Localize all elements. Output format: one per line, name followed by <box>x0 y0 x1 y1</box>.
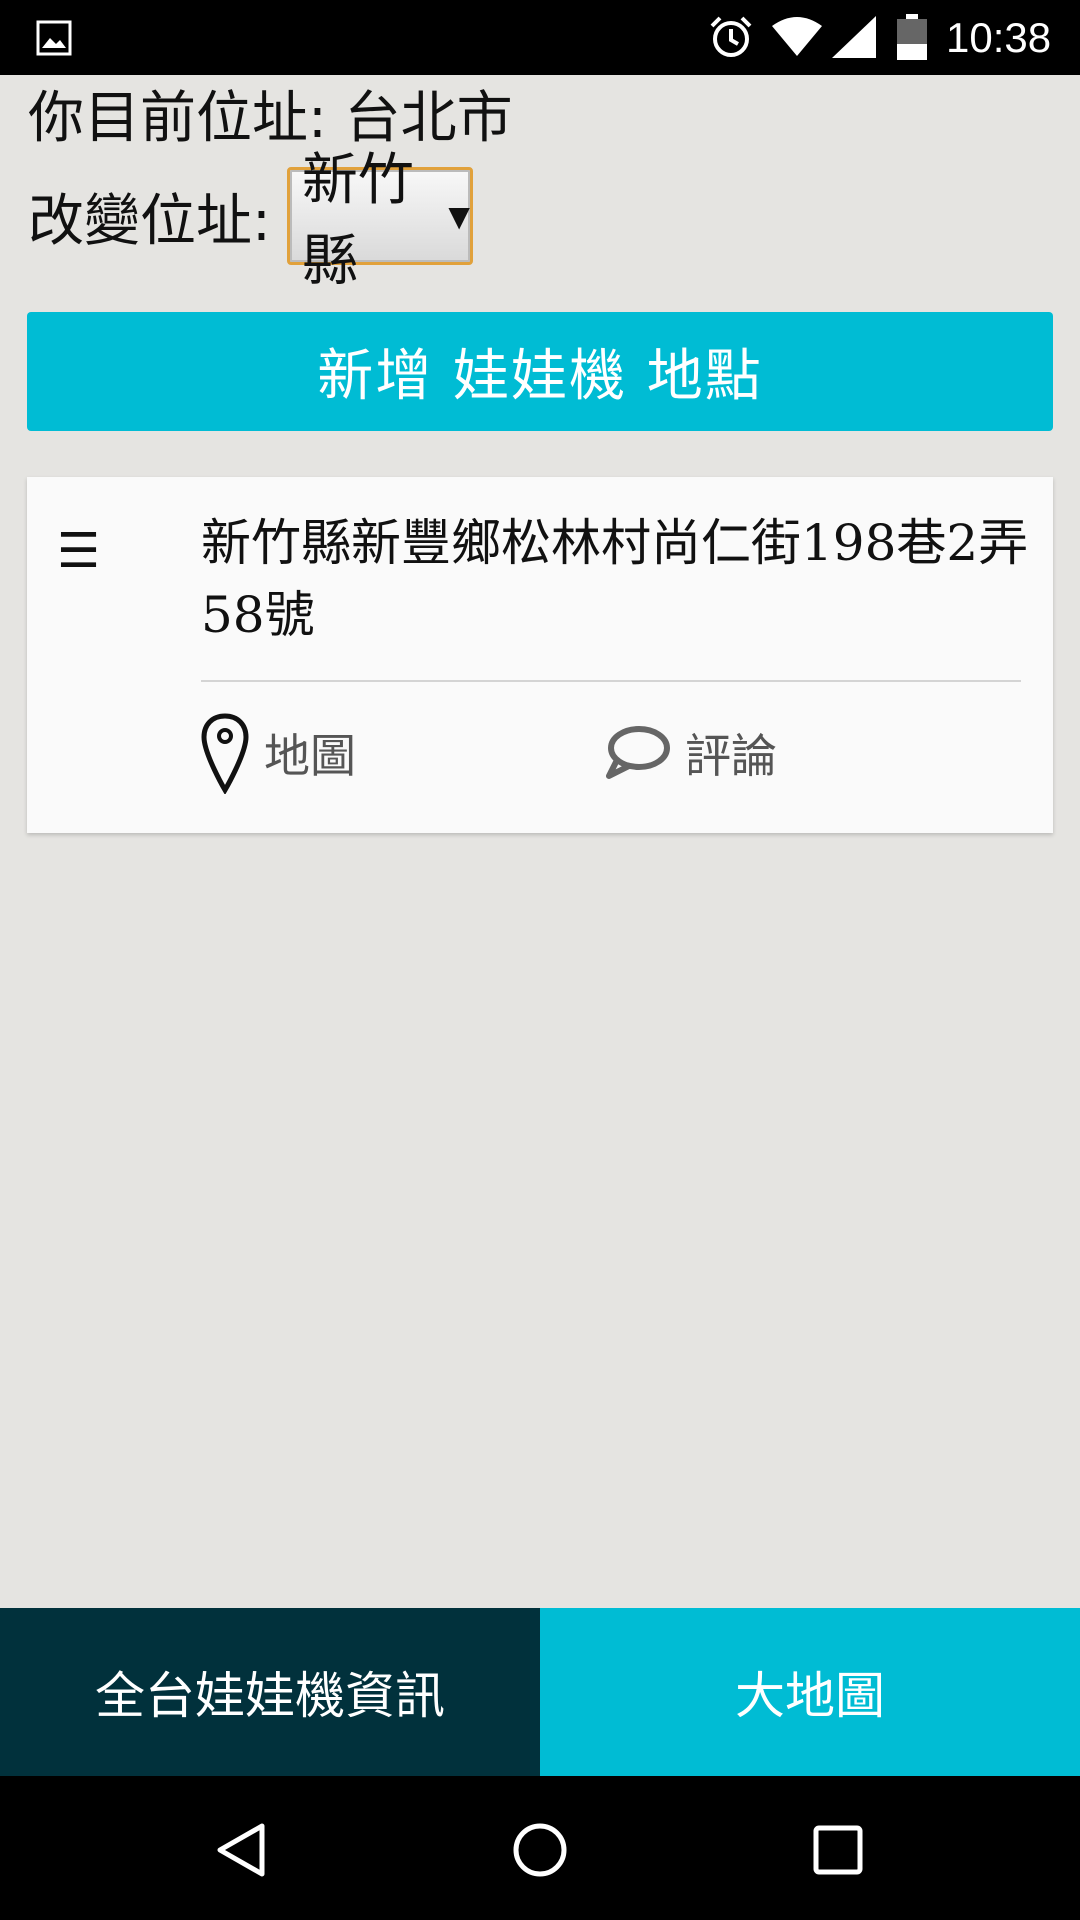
signal-icon <box>832 16 876 58</box>
gallery-icon <box>36 20 72 56</box>
add-location-button[interactable]: 新增 娃娃機 地點 <box>27 312 1053 431</box>
comment-icon <box>606 726 670 779</box>
chevron-down-icon: ▼ <box>448 199 470 233</box>
change-location-row: 改變位址: 新竹縣 ▼ <box>28 148 473 294</box>
city-select-value: 新竹縣 <box>301 148 414 294</box>
tab-big-map[interactable]: 大地圖 <box>540 1608 1080 1776</box>
map-link[interactable]: 地圖 <box>200 713 356 794</box>
battery-icon <box>897 14 927 60</box>
back-icon[interactable] <box>212 1820 272 1880</box>
city-select[interactable]: 新竹縣 ▼ <box>286 148 473 294</box>
status-bar: 10:38 <box>0 0 1080 75</box>
home-icon[interactable] <box>510 1820 570 1880</box>
divider <box>201 680 1021 682</box>
menu-icon[interactable]: ☰ <box>57 523 100 579</box>
clock: 10:38 <box>946 14 1052 61</box>
system-nav-bar <box>0 1776 1080 1920</box>
tab-taiwan-info[interactable]: 全台娃娃機資訊 <box>0 1608 540 1776</box>
map-label: 地圖 <box>264 729 356 783</box>
bottom-tab-bar: 全台娃娃機資訊 大地圖 <box>0 1608 1080 1776</box>
comment-label: 評論 <box>685 729 777 783</box>
comment-link[interactable]: 評論 <box>603 713 777 793</box>
change-location-label: 改變位址: <box>28 188 271 254</box>
alarm-icon <box>710 16 752 57</box>
address-text: 新竹縣新豐鄉松林村尚仁街198巷2弄58號 <box>201 514 1029 644</box>
recents-icon[interactable] <box>808 1820 868 1880</box>
map-pin-icon <box>201 713 249 794</box>
current-location-text: 你目前位址: 台北市 <box>28 86 513 151</box>
wifi-icon <box>772 17 822 56</box>
list-item: ☰ 新竹縣新豐鄉松林村尚仁街198巷2弄58號 地圖 評論 <box>27 477 1053 833</box>
